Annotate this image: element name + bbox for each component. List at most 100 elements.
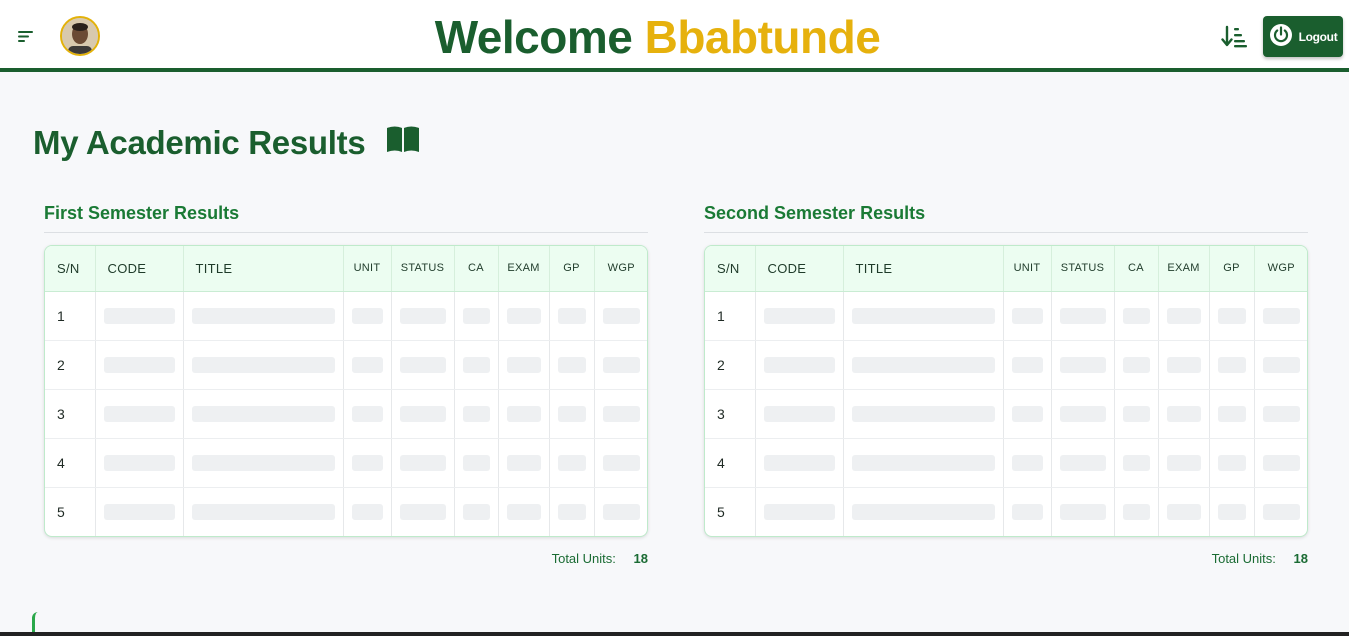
col-wgp: WGP [1254,246,1307,292]
col-sn: S/N [45,246,96,292]
row-sn: 1 [45,291,96,341]
code-skeleton [95,438,184,488]
col-sn: S/N [705,246,756,292]
table-row: 1 [45,291,647,341]
second-semester-total: Total Units: 18 [704,551,1308,566]
book-icon [385,124,421,162]
ca-skeleton [454,340,499,390]
title-skeleton [183,487,344,536]
title-skeleton [183,340,344,390]
ca-skeleton [1114,487,1159,536]
col-title: TITLE [843,246,1004,292]
logout-button[interactable]: Logout [1263,16,1343,57]
wgp-skeleton [1254,487,1307,536]
unit-skeleton [1003,291,1052,341]
table-row: 2 [45,340,647,390]
gp-skeleton [549,438,595,488]
page-title: My Academic Results [33,124,421,162]
second-semester-panel: Second Semester Results S/N CODE TITLE U… [704,200,1308,566]
user-name: Bbabtunde [644,11,881,63]
first-semester-panel: First Semester Results S/N CODE TITLE UN… [44,200,648,566]
status-skeleton [391,340,455,390]
unit-skeleton [343,340,392,390]
sort-icon[interactable] [1221,25,1249,49]
col-exam: EXAM [1158,246,1210,292]
gp-skeleton [1209,487,1255,536]
unit-skeleton [343,438,392,488]
col-code: CODE [755,246,844,292]
code-skeleton [755,389,844,439]
wgp-skeleton [594,389,647,439]
unit-skeleton [343,291,392,341]
table-row: 5 [45,487,647,536]
status-skeleton [1051,438,1115,488]
code-skeleton [95,389,184,439]
col-code: CODE [95,246,184,292]
exam-skeleton [1158,487,1210,536]
gp-skeleton [549,340,595,390]
exam-skeleton [1158,389,1210,439]
code-skeleton [95,487,184,536]
table-row: 3 [705,389,1307,439]
title-skeleton [843,340,1004,390]
exam-skeleton [1158,291,1210,341]
total-units-label: Total Units: [551,551,616,566]
table-row: 4 [45,438,647,488]
exam-skeleton [498,389,550,439]
table-header-row: S/N CODE TITLE UNIT STATUS CA EXAM GP WG… [705,246,1307,292]
first-semester-total: Total Units: 18 [44,551,648,566]
unit-skeleton [1003,340,1052,390]
gp-skeleton [549,389,595,439]
wgp-skeleton [1254,291,1307,341]
gp-skeleton [1209,291,1255,341]
unit-skeleton [1003,389,1052,439]
welcome-heading: Welcome Bbabtunde [0,10,1315,64]
code-skeleton [755,487,844,536]
status-skeleton [1051,291,1115,341]
unit-skeleton [1003,438,1052,488]
first-semester-table: S/N CODE TITLE UNIT STATUS CA EXAM GP WG… [44,245,648,537]
col-status: STATUS [391,246,455,292]
gp-skeleton [549,487,595,536]
row-sn: 5 [45,487,96,536]
row-sn: 3 [705,389,756,439]
title-skeleton [183,291,344,341]
ca-skeleton [454,438,499,488]
wgp-skeleton [1254,389,1307,439]
first-semester-title: First Semester Results [44,200,648,233]
total-units-label: Total Units: [1211,551,1276,566]
wgp-skeleton [594,340,647,390]
col-status: STATUS [1051,246,1115,292]
table-row: 5 [705,487,1307,536]
row-sn: 1 [705,291,756,341]
unit-skeleton [343,487,392,536]
title-skeleton [843,487,1004,536]
title-skeleton [183,389,344,439]
table-row: 2 [705,340,1307,390]
row-sn: 3 [45,389,96,439]
status-skeleton [391,291,455,341]
ca-skeleton [1114,340,1159,390]
col-wgp: WGP [594,246,647,292]
col-gp: GP [549,246,595,292]
table-row: 1 [705,291,1307,341]
status-skeleton [1051,340,1115,390]
row-sn: 5 [705,487,756,536]
code-skeleton [755,340,844,390]
second-semester-title: Second Semester Results [704,200,1308,233]
total-units-value: 18 [633,551,648,566]
exam-skeleton [1158,438,1210,488]
exam-skeleton [498,340,550,390]
title-skeleton [843,438,1004,488]
ca-skeleton [454,487,499,536]
exam-skeleton [1158,340,1210,390]
unit-skeleton [1003,487,1052,536]
gp-skeleton [1209,389,1255,439]
wgp-skeleton [594,291,647,341]
exam-skeleton [498,487,550,536]
wgp-skeleton [1254,438,1307,488]
row-sn: 4 [45,438,96,488]
status-skeleton [391,438,455,488]
code-skeleton [755,438,844,488]
col-exam: EXAM [498,246,550,292]
